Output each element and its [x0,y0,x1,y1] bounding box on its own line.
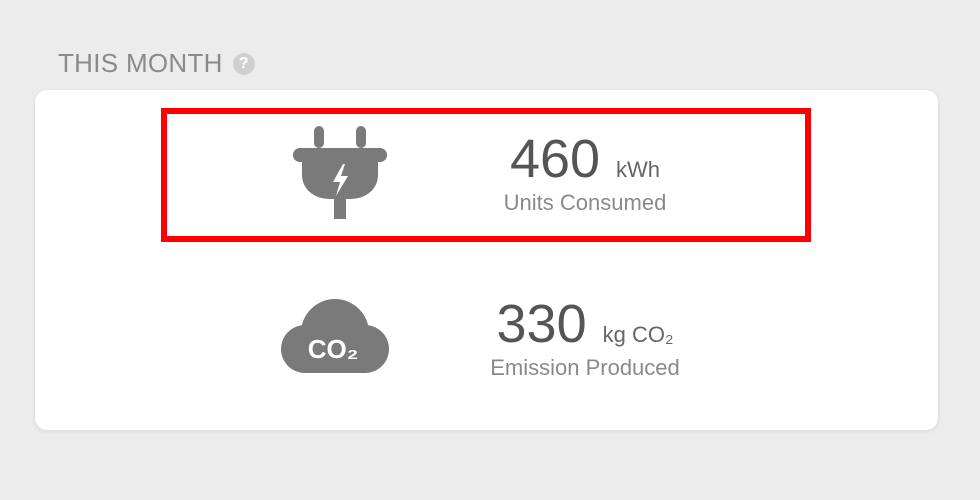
emission-unit: kg CO₂ [602,322,674,347]
question-icon[interactable]: ? [232,52,255,75]
section-header: THIS MONTH ? [58,48,255,79]
highlight-box [161,108,811,242]
co2-icon-text: CO₂ [308,334,359,364]
monthly-stats-card: 460 kWh Units Consumed CO₂ 330 kg CO₂ Em… [35,90,938,430]
emission-value-line: 330 kg CO₂ [497,295,674,353]
emission-produced-text: 330 kg CO₂ Emission Produced [465,295,705,381]
emission-value: 330 [496,294,587,354]
emission-produced-stat: CO₂ 330 kg CO₂ Emission Produced [35,285,938,405]
section-title: THIS MONTH [58,48,223,78]
co2-cloud-icon: CO₂ [281,299,389,373]
emission-label: Emission Produced [490,355,680,380]
